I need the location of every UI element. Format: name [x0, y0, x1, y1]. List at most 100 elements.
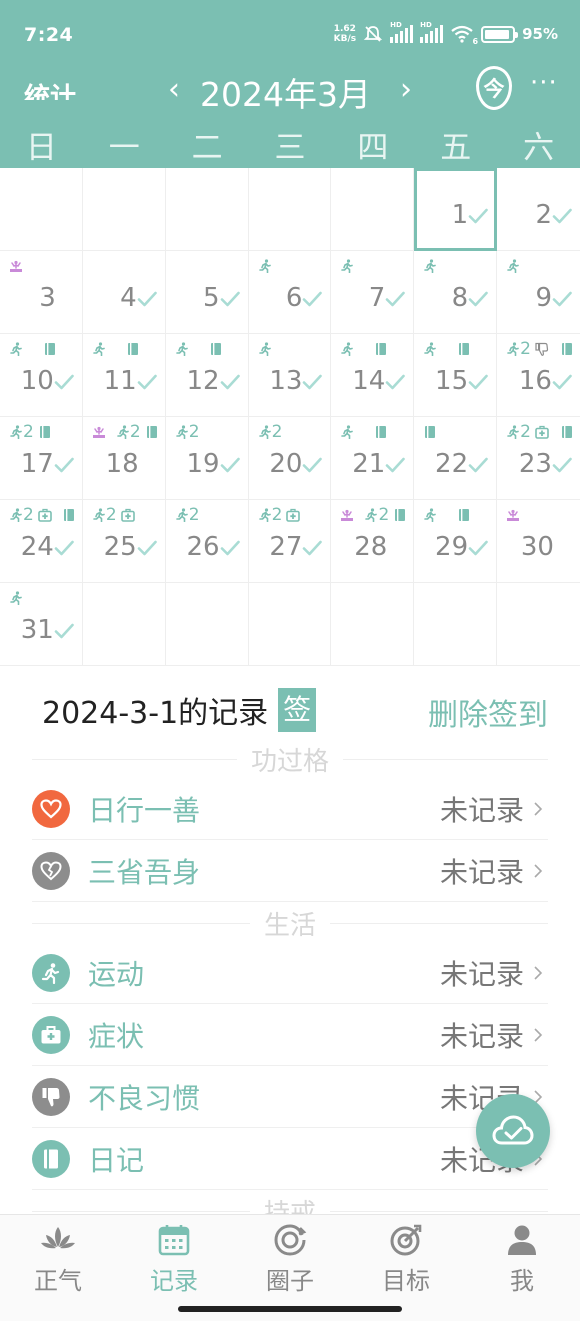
- calendar-day-15[interactable]: 15: [414, 334, 498, 417]
- calendar-day-29[interactable]: 29: [414, 500, 498, 583]
- diary-icon: [425, 426, 436, 438]
- calendar-day-28[interactable]: 2 28: [331, 500, 415, 583]
- calendar-day-27[interactable]: 2 27: [248, 500, 332, 583]
- diary-icon: [63, 509, 74, 521]
- row-status: 未记录: [439, 957, 524, 991]
- calendar-empty-cell: [331, 583, 415, 666]
- checkmark-icon: [220, 457, 240, 473]
- run-icon: [32, 953, 70, 992]
- day-activity-icons: [423, 255, 490, 277]
- row-status: 未记录: [439, 793, 524, 827]
- day-number: 11: [103, 366, 137, 396]
- prev-month-button[interactable]: ‹: [162, 72, 186, 107]
- calendar-day-30[interactable]: 30: [497, 500, 580, 583]
- tab-label: 目标: [382, 1267, 430, 1295]
- day-activity-icons: 2: [258, 421, 325, 443]
- stats-button[interactable]: 统计: [24, 80, 76, 100]
- calendar-day-7[interactable]: 7: [331, 251, 415, 334]
- cell-signal-1: HD: [390, 21, 414, 43]
- calendar-day-25[interactable]: 2 25: [82, 500, 166, 583]
- row-status: 未记录: [439, 1019, 524, 1053]
- bottom-nav: 正气 记录 圈子 目标 我: [0, 1214, 580, 1321]
- calendar-day-6[interactable]: 6: [248, 251, 332, 334]
- calendar-day-10[interactable]: 10: [0, 334, 83, 417]
- record-row-self-reflection[interactable]: 三省吾身 未记录: [32, 840, 548, 902]
- calendar-day-20[interactable]: 2 20: [248, 417, 332, 500]
- row-label: 运动: [88, 957, 145, 991]
- checkmark-icon: [468, 540, 488, 556]
- calendar-day-21[interactable]: 21: [331, 417, 415, 500]
- record-row-good-deed[interactable]: 日行一善 未记录: [32, 778, 548, 840]
- tab-zhengqi[interactable]: 正气: [0, 1215, 116, 1321]
- run-icon: [258, 508, 271, 522]
- day-activity-icons: [92, 338, 159, 360]
- day-number: 4: [120, 283, 137, 313]
- delete-sign-in-button[interactable]: 删除签到: [428, 690, 548, 734]
- month-title[interactable]: 2024年3月: [200, 68, 371, 116]
- checkmark-icon: [385, 457, 406, 473]
- record-row-bad-habit[interactable]: 不良习惯 未记录: [32, 1066, 548, 1128]
- day-number: 6: [285, 283, 303, 313]
- calendar-day-8[interactable]: 8: [414, 251, 498, 334]
- count-badge: 2: [105, 505, 117, 525]
- calendar-day-16[interactable]: 2 16: [497, 334, 580, 417]
- day-activity-icons: [340, 338, 407, 360]
- wifi-sub-label: 6: [472, 37, 479, 46]
- today-button[interactable]: 今: [476, 66, 512, 110]
- calendar-day-31[interactable]: 31: [0, 583, 83, 666]
- meditation-icon: [10, 260, 22, 272]
- section-title-text: 生活: [264, 910, 317, 941]
- calendar-day-19[interactable]: 2 19: [165, 417, 249, 500]
- calendar-day-24[interactable]: 2 24: [0, 500, 83, 583]
- day-number: 29: [435, 532, 469, 562]
- calendar-day-11[interactable]: 11: [82, 334, 166, 417]
- calendar-day-23[interactable]: 2 23: [497, 417, 580, 500]
- calendar-day-22[interactable]: 22: [414, 417, 498, 500]
- lotus-icon: [41, 1227, 75, 1249]
- calendar-day-1[interactable]: 1: [414, 168, 498, 251]
- record-row-symptom[interactable]: 症状 未记录: [32, 1004, 548, 1066]
- weekday-thu: 四: [357, 130, 389, 166]
- medical-kit-icon: [120, 508, 135, 522]
- tab-me[interactable]: 我: [464, 1215, 580, 1321]
- calendar-day-4[interactable]: 4: [82, 251, 166, 334]
- calendar-day-18[interactable]: 2 18: [82, 417, 166, 500]
- day-number: 19: [186, 449, 220, 479]
- calendar-grid: 1 2 3 4 5 6 7 8 9 10 11 12 13 14 15 2 16 2 17 2 18 2 19 2 20 21 22…: [0, 168, 580, 666]
- run-icon: [258, 425, 271, 439]
- day-number: 25: [103, 532, 137, 562]
- record-row-exercise[interactable]: 运动 未记录: [32, 942, 548, 1004]
- battery-percent: 95%: [522, 25, 558, 43]
- calendar-day-2[interactable]: 2: [497, 168, 580, 251]
- mute-bell-icon: [363, 26, 383, 42]
- network-speed-value: 1.62: [333, 24, 356, 34]
- run-icon: [365, 508, 378, 522]
- calendar-day-13[interactable]: 13: [248, 334, 332, 417]
- cloud-sync-button[interactable]: [476, 1094, 550, 1168]
- more-options-button[interactable]: ···: [530, 68, 558, 98]
- count-badge: 2: [520, 339, 531, 359]
- checkmark-icon: [220, 540, 240, 556]
- checkmark-icon: [137, 291, 157, 307]
- month-nav: 统计 ‹ 2024年3月 › 今 ···: [0, 66, 580, 116]
- run-icon: [175, 508, 188, 522]
- calendar-day-14[interactable]: 14: [331, 334, 415, 417]
- network-speed: 1.62 KB/s: [334, 24, 356, 44]
- diary-icon: [45, 343, 55, 355]
- calendar-day-3[interactable]: 3: [0, 251, 83, 334]
- next-month-button[interactable]: ›: [394, 72, 418, 107]
- run-icon: [424, 508, 437, 522]
- day-activity-icons: 2: [340, 504, 407, 526]
- row-label: 三省吾身: [88, 855, 201, 889]
- checkmark-icon: [468, 374, 488, 390]
- calendar-day-5[interactable]: 5: [165, 251, 249, 334]
- diary-icon: [32, 1139, 70, 1178]
- calendar-day-17[interactable]: 2 17: [0, 417, 83, 500]
- checkmark-icon: [552, 374, 572, 390]
- calendar-day-9[interactable]: 9: [497, 251, 580, 334]
- calendar-day-12[interactable]: 12: [165, 334, 249, 417]
- record-title: 2024-3-1的记录 签: [42, 688, 317, 732]
- record-row-diary[interactable]: 日记 未记录: [32, 1128, 548, 1190]
- calendar-day-26[interactable]: 2 26: [165, 500, 249, 583]
- day-activity-icons: 2: [9, 504, 76, 526]
